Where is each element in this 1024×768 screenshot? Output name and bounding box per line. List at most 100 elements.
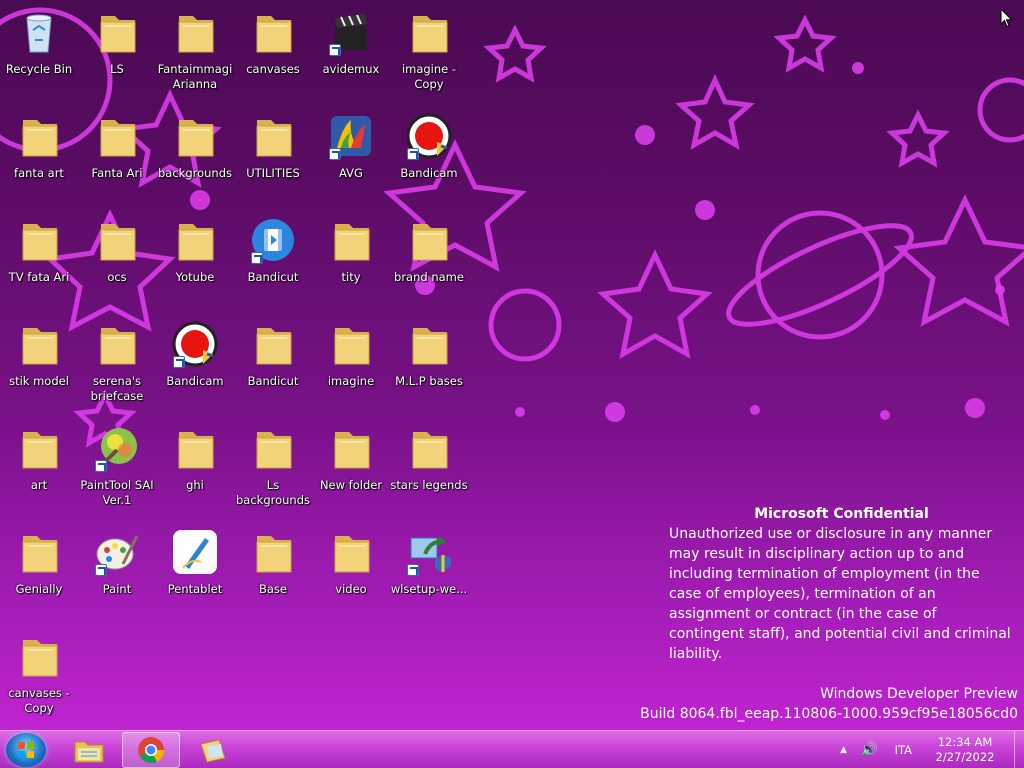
desktop-icon-label: imagine - Copy <box>401 62 457 91</box>
desktop-icon-label: AVG <box>339 166 363 180</box>
desktop-icon-fanta-art[interactable]: fanta art <box>0 108 78 208</box>
desktop-icon-recycle-bin[interactable]: Recycle Bin <box>0 4 78 104</box>
desktop-icon-new-folder[interactable]: New folder <box>312 420 390 520</box>
desktop-icon-avg[interactable]: AVG <box>312 108 390 208</box>
file-explorer-icon <box>74 741 104 763</box>
folder-icon <box>405 8 453 58</box>
desktop-icon-ghi[interactable]: ghi <box>156 420 234 520</box>
folder-icon <box>93 216 141 266</box>
desktop-icon-wlsetup-we[interactable]: wlsetup-we... <box>390 524 468 624</box>
volume-icon[interactable]: 🔊 <box>861 742 881 758</box>
folder-icon <box>405 320 453 370</box>
desktop-icon-label: wlsetup-we... <box>390 582 468 596</box>
watermark-body: Unauthorized use or disclosure in any ma… <box>669 526 1011 662</box>
clapper-icon <box>327 8 375 58</box>
desktop-icon-label: LS <box>110 62 124 76</box>
desktop-icon-paint[interactable]: Paint <box>78 524 156 624</box>
desktop-icon-label: imagine <box>327 374 375 388</box>
desktop-icon-label: New folder <box>319 478 383 492</box>
shortcut-arrow-icon <box>95 460 107 472</box>
desktop-icon-avidemux[interactable]: avidemux <box>312 4 390 104</box>
desktop-icon-label: Bandicut <box>247 374 299 388</box>
show-hidden-icons-button[interactable]: ▲ <box>837 745 851 755</box>
desktop-icon-bandicut[interactable]: Bandicut <box>234 316 312 416</box>
taskbar-explorer-button[interactable] <box>60 732 118 768</box>
desktop-icon-base[interactable]: Base <box>234 524 312 624</box>
desktop-icon-imagine[interactable]: imagine <box>312 316 390 416</box>
shortcut-arrow-icon <box>173 356 185 368</box>
folder-icon <box>171 8 219 58</box>
desktop-icon-bandicut[interactable]: Bandicut <box>234 212 312 312</box>
desktop-icon-label: ocs <box>107 270 127 284</box>
desktop-icon-label: Ls backgrounds <box>235 478 310 507</box>
folder-icon <box>200 739 226 763</box>
desktop-icon-label: ghi <box>186 478 204 492</box>
mouse-cursor-icon <box>1000 8 1013 28</box>
paint-icon <box>93 528 141 578</box>
folder-icon <box>93 8 141 58</box>
desktop-icon-genially[interactable]: Genially <box>0 524 78 624</box>
input-language-indicator[interactable]: ITA <box>895 743 912 757</box>
desktop-icon-utilities[interactable]: UTILITIES <box>234 108 312 208</box>
folder-icon <box>405 216 453 266</box>
folder-icon <box>93 320 141 370</box>
desktop-icon-video[interactable]: video <box>312 524 390 624</box>
folder-icon <box>327 320 375 370</box>
desktop-icon-fantaimmagi-arianna[interactable]: Fantaimmagi Arianna <box>156 4 234 104</box>
desktop-icon-label: UTILITIES <box>246 166 300 180</box>
desktop-icon-label: backgrounds <box>157 166 232 180</box>
desktop-icon-label: Genially <box>15 582 63 596</box>
desktop-icon-label: Bandicam <box>400 166 458 180</box>
desktop-icon-yotube[interactable]: Yotube <box>156 212 234 312</box>
desktop-icon-ls[interactable]: LS <box>78 4 156 104</box>
desktop-icon-bandicam[interactable]: Bandicam <box>156 316 234 416</box>
desktop-icon-pentablet[interactable]: Pentablet <box>156 524 234 624</box>
desktop-icon-brand-name[interactable]: brand name <box>390 212 468 312</box>
show-desktop-button[interactable] <box>1014 731 1024 768</box>
shortcut-arrow-icon <box>251 252 263 264</box>
desktop-icon-imagine-copy[interactable]: imagine - Copy <box>390 4 468 104</box>
desktop-icon-fanta-ari[interactable]: Fanta Ari <box>78 108 156 208</box>
desktop-icon-ocs[interactable]: ocs <box>78 212 156 312</box>
avg-icon <box>327 112 375 162</box>
desktop-icon-label: tity <box>341 270 361 284</box>
desktop-icon-label: stik model <box>9 374 69 388</box>
desktop-icon-label: PaintTool SAI Ver.1 <box>80 478 154 507</box>
chrome-icon <box>138 737 165 764</box>
desktop-icon-label: brand name <box>394 270 464 284</box>
desktop-icon-stars-legends[interactable]: stars legends <box>390 420 468 520</box>
folder-icon <box>327 216 375 266</box>
setup-icon <box>405 528 453 578</box>
start-button[interactable] <box>6 733 46 767</box>
desktop-icon-tity[interactable]: tity <box>312 212 390 312</box>
folder-icon <box>15 632 63 682</box>
folder-icon <box>15 528 63 578</box>
desktop-icon-m-l-p-bases[interactable]: M.L.P bases <box>390 316 468 416</box>
desktop-icon-backgrounds[interactable]: backgrounds <box>156 108 234 208</box>
folder-icon <box>15 320 63 370</box>
watermark-title: Microsoft Confidential <box>754 506 929 522</box>
folder-icon <box>171 216 219 266</box>
desktop-icon-stik-model[interactable]: stik model <box>0 316 78 416</box>
desktop-icon-serena-s-briefcase[interactable]: serena's briefcase <box>78 316 156 416</box>
desktop-icon-canvases-copy[interactable]: canvases - Copy <box>0 628 78 728</box>
desktop-icon-tv-fata-ari[interactable]: TV fata Ari <box>0 212 78 312</box>
desktop-icon-label: fanta art <box>14 166 64 180</box>
pentablet-icon <box>171 528 219 578</box>
desktop-icon-label: canvases - Copy <box>8 686 70 715</box>
desktop-icon-canvases[interactable]: canvases <box>234 4 312 104</box>
clock[interactable]: 12:34 AM 2/27/2022 <box>930 735 1000 765</box>
shortcut-arrow-icon <box>407 564 419 576</box>
desktop-icon-bandicam[interactable]: Bandicam <box>390 108 468 208</box>
desktop-icon-painttool-sai-ver-1[interactable]: PaintTool SAI Ver.1 <box>78 420 156 520</box>
product-name: Windows Developer Preview <box>820 686 1018 702</box>
taskbar-chrome-button[interactable] <box>122 732 180 768</box>
desktop-icon-art[interactable]: art <box>0 420 78 520</box>
desktop-icon-ls-backgrounds[interactable]: Ls backgrounds <box>234 420 312 520</box>
desktop-icon-label: Fanta Ari <box>91 166 143 180</box>
folder-icon <box>15 216 63 266</box>
taskbar-folder-button[interactable] <box>184 732 242 768</box>
desktop-icon-label: Bandicam <box>166 374 224 388</box>
shortcut-arrow-icon <box>95 564 107 576</box>
folder-icon <box>249 424 297 474</box>
